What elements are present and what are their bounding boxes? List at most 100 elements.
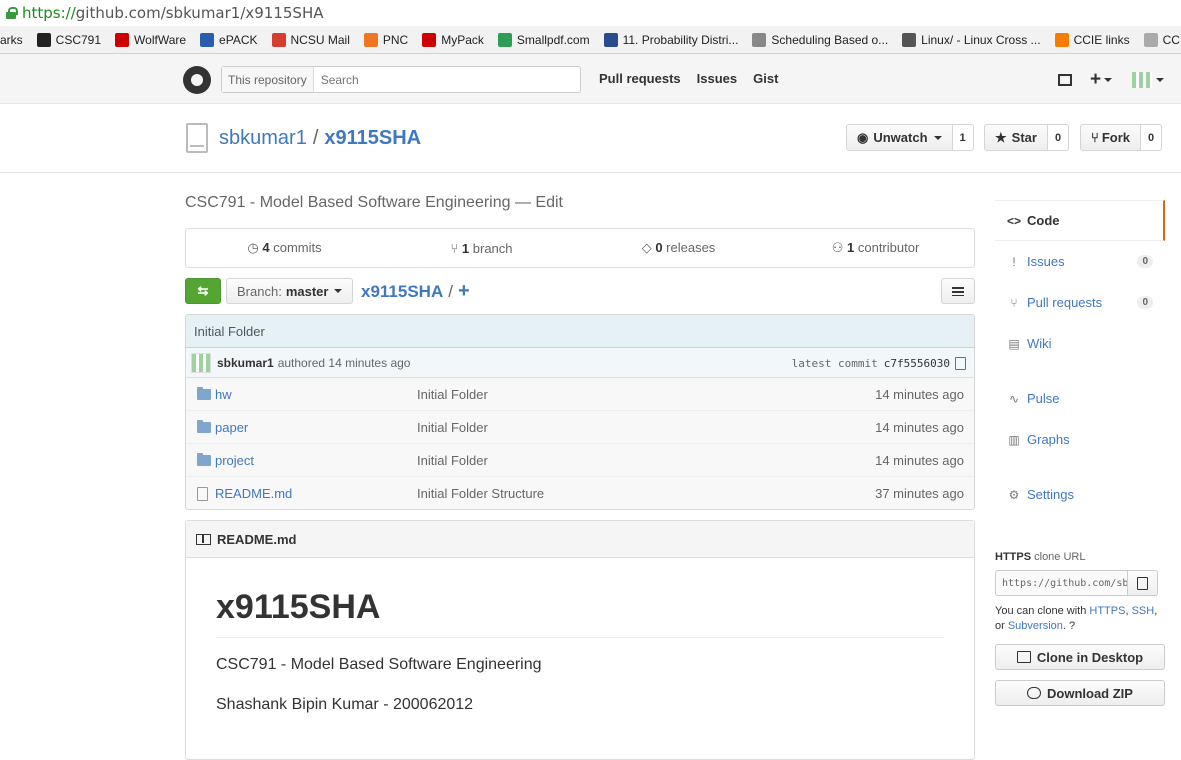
clipboard-icon — [1137, 576, 1148, 590]
file-table: Initial Folder sbkumar1 authored 14 minu… — [185, 314, 975, 510]
last-commit-message[interactable]: Initial Folder — [186, 315, 974, 348]
user-avatar[interactable] — [1132, 72, 1153, 88]
clipboard-icon[interactable] — [955, 357, 966, 370]
clone-in-desktop-button[interactable]: Clone in Desktop — [995, 644, 1165, 670]
bookmark-item[interactable]: Scheduling Based o... — [752, 32, 888, 47]
circle-icon — [603, 32, 618, 47]
pulse-icon: ∿ — [1008, 391, 1020, 406]
releases-link[interactable]: ◇ 0 releases — [580, 240, 777, 256]
nav-gist[interactable]: Gist — [753, 71, 778, 86]
bookmark-item[interactable]: MyPack — [422, 32, 484, 47]
file-name-link[interactable]: paper — [215, 420, 248, 435]
commit-author[interactable]: sbkumar1 — [217, 356, 274, 370]
smallpdf-icon — [497, 32, 512, 47]
sidebar-item-issues[interactable]: ! Issues 0 — [995, 241, 1165, 282]
bookmark-label: NCSU Mail — [290, 32, 350, 47]
file-commit-message[interactable]: Initial Folder — [417, 387, 488, 402]
nav-pull-requests[interactable]: Pull requests — [599, 71, 681, 86]
readme-heading: x9115SHA — [216, 588, 944, 638]
create-new-button[interactable]: + — [1090, 69, 1113, 91]
bookmark-label: PNC — [382, 32, 409, 47]
bookmark-item[interactable]: ePACK — [200, 32, 258, 47]
download-zip-button[interactable]: Download ZIP — [995, 680, 1165, 706]
epack-icon — [200, 32, 215, 47]
bookmark-item[interactable]: NCSU Mail — [271, 32, 350, 47]
breadcrumb-repo-link[interactable]: x9115SHA — [361, 282, 443, 301]
stars-count[interactable]: 0 — [1047, 124, 1070, 151]
clone-url-input[interactable] — [995, 570, 1128, 596]
unwatch-button[interactable]: ◉ Unwatch — [846, 124, 953, 151]
sidebar-item-code[interactable]: <> Code — [995, 200, 1165, 241]
bookmark-item[interactable]: WolfWare — [115, 32, 186, 47]
sidebar-item-label: Code — [1027, 213, 1060, 228]
github-header: This repository Pull requests Issues Gis… — [0, 54, 1181, 104]
branches-link[interactable]: ⑂ 1 branch — [383, 241, 580, 256]
bookmark-item[interactable]: Linux/ - Linux Cross ... — [902, 32, 1041, 47]
sidebar-item-pull-requests[interactable]: ⑂ Pull requests 0 — [995, 282, 1165, 323]
search-box[interactable]: This repository — [221, 66, 581, 93]
bookmark-item[interactable]: 11. Probability Distri... — [603, 32, 739, 47]
branch-select-button[interactable]: Branch: master — [226, 278, 354, 304]
sidebar-item-settings[interactable]: ⚙ Settings — [995, 474, 1165, 515]
file-age: 37 minutes ago — [875, 486, 964, 501]
chevron-down-icon[interactable] — [1156, 78, 1165, 82]
fork-group: ⑂ Fork 0 — [1080, 124, 1163, 151]
clone-https-link[interactable]: HTTPS — [1089, 605, 1125, 617]
file-name-link[interactable]: project — [215, 453, 254, 468]
fork-button[interactable]: ⑂ Fork — [1080, 124, 1141, 151]
contributors-link[interactable]: ⚇ 1 contributor — [777, 240, 974, 256]
commits-link[interactable]: ◷ 4 commits — [186, 240, 383, 256]
bookmark-item[interactable]: arks — [0, 33, 23, 47]
contributors-label: contributor — [857, 240, 920, 255]
clone-label-text: clone URL — [1034, 551, 1086, 563]
clone-subversion-link[interactable]: Subversion — [1008, 620, 1063, 632]
nav-issues[interactable]: Issues — [697, 71, 737, 86]
search-input[interactable] — [313, 72, 580, 87]
readme-line: Shashank Bipin Kumar - 200062012 — [216, 696, 474, 713]
repo-owner-link[interactable]: sbkumar1 — [219, 127, 307, 149]
clone-ssh-link[interactable]: SSH — [1132, 605, 1155, 617]
sidebar-item-pulse[interactable]: ∿ Pulse — [995, 378, 1165, 419]
author-avatar[interactable] — [191, 352, 211, 373]
bookmark-item[interactable]: PNC — [363, 32, 409, 47]
file-name-link[interactable]: hw — [215, 387, 232, 402]
list-view-button[interactable] — [941, 278, 975, 304]
star-icon: ★ — [995, 129, 1007, 145]
file-commit-message[interactable]: Initial Folder Structure — [417, 486, 544, 501]
readme-header: README.md — [186, 521, 974, 558]
watchers-count[interactable]: 1 — [952, 124, 974, 151]
clone-help-text: You can clone with HTTPS, SSH, or Subvers… — [995, 605, 1158, 632]
forks-count[interactable]: 0 — [1140, 124, 1163, 151]
file-commit-message[interactable]: Initial Folder — [417, 453, 488, 468]
add-file-button[interactable]: + — [458, 280, 470, 302]
repo-name-link[interactable]: x9115SHA — [324, 127, 421, 149]
bookmark-item[interactable]: CCIE links — [1054, 32, 1130, 47]
github-logo-icon[interactable] — [183, 66, 211, 94]
copy-clone-url-button[interactable] — [1128, 570, 1158, 596]
branches-count: 1 — [461, 240, 470, 256]
mypack-icon — [422, 32, 437, 47]
sidebar-item-graphs[interactable]: ▥ Graphs — [995, 419, 1165, 460]
history-icon: ◷ — [247, 240, 259, 255]
compare-button[interactable]: ⇆ — [185, 278, 221, 304]
question-icon[interactable]: ? — [1069, 620, 1075, 632]
edit-description-link[interactable]: — Edit — [515, 194, 563, 211]
repo-description: CSC791 - Model Based Software Engineerin… — [185, 194, 563, 212]
file-name-link[interactable]: README.md — [215, 486, 292, 501]
bookmark-label: 11. Probability Distri... — [622, 32, 739, 47]
file-commit-message[interactable]: Initial Folder — [417, 420, 488, 435]
bookmark-item[interactable]: CCIE — [1143, 32, 1181, 47]
file-row: project Initial Folder 14 minutes ago — [186, 444, 974, 477]
address-bar[interactable]: https://github.com/sbkumar1/x9115SHA — [0, 0, 1181, 26]
sidebar-item-wiki[interactable]: ▤ Wiki — [995, 323, 1165, 364]
bookmark-item[interactable]: Smallpdf.com — [497, 32, 590, 47]
count-badge: 0 — [1137, 255, 1153, 268]
inbox-icon[interactable] — [1058, 74, 1072, 86]
bookmark-item[interactable]: CSC791 — [36, 32, 101, 47]
file-row: hw Initial Folder 14 minutes ago — [186, 378, 974, 411]
commit-hash-link[interactable]: c7f5556030 — [884, 357, 950, 370]
file-navigation: ⇆ Branch: master x9115SHA / + — [185, 278, 975, 304]
star-button[interactable]: ★ Star — [984, 124, 1048, 151]
fork-icon: ⑂ — [1091, 130, 1099, 145]
